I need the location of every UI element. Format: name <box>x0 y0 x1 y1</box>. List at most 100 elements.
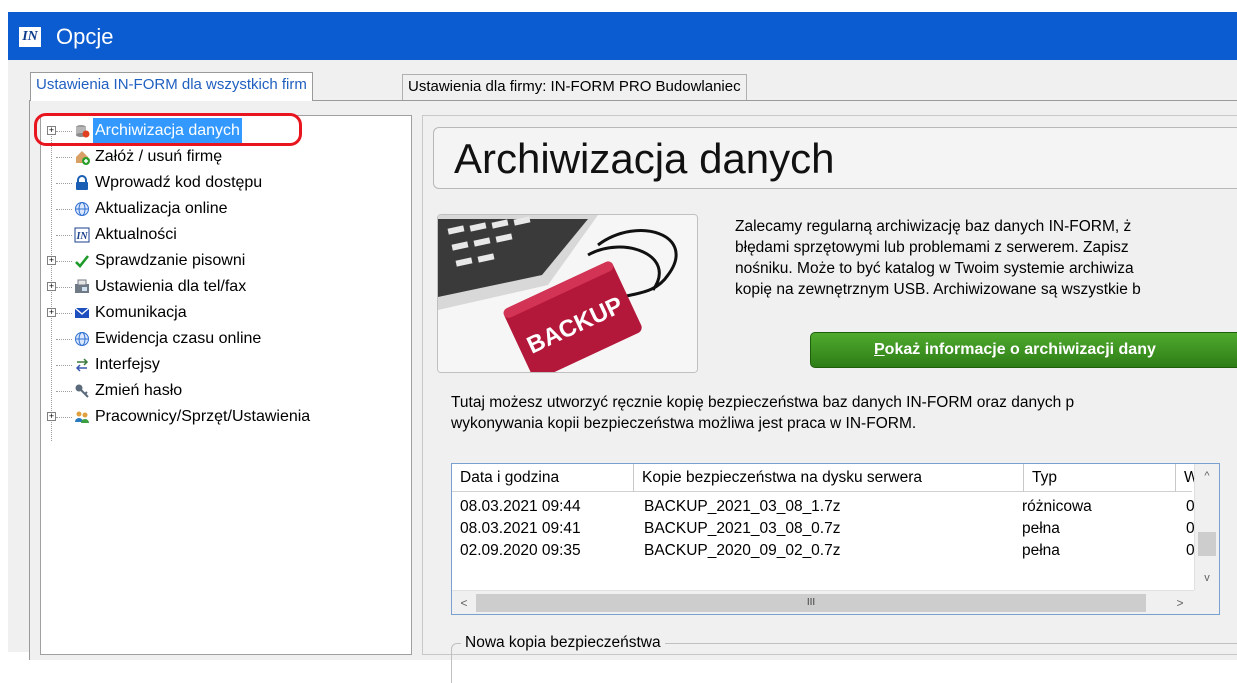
intro-line: błędami sprzętowymi lub problemami z ser… <box>735 239 1129 256</box>
tree-item-zaloz-firme[interactable]: Załóż / usuń firmę <box>41 144 401 170</box>
globe-icon <box>74 201 90 217</box>
tree-item-aktualnosci[interactable]: IN Aktualności <box>41 222 401 248</box>
add-company-icon <box>74 149 90 165</box>
table-header: Data i godzina Kopie bezpieczeństwa na d… <box>452 464 1198 492</box>
table-row[interactable]: 08.03.2021 09:41 BACKUP_2021_03_08_0.7z … <box>452 518 1195 540</box>
new-backup-group-title: Nowa kopia bezpieczeństwa <box>461 632 665 654</box>
cell-backup-file: BACKUP_2021_03_08_1.7z <box>644 498 841 515</box>
desc-line: wykonywania kopii bezpieczeństwa możliwa… <box>451 415 917 432</box>
scrollbar-corner <box>1194 590 1219 614</box>
tree-item-label: Aktualności <box>95 226 177 243</box>
tree-item-pisownia[interactable]: + Sprawdzanie pisowni <box>41 248 401 274</box>
column-header-backups[interactable]: Kopie bezpieczeństwa na dysku serwera <box>634 464 1024 492</box>
horizontal-scrollbar[interactable]: < III > <box>452 590 1195 614</box>
cell-type: różnicowa <box>1022 498 1092 515</box>
window-client: Ustawienia IN-FORM dla wszystkich firm U… <box>8 60 1237 683</box>
svg-text:IN: IN <box>75 231 88 242</box>
page-title: Archiwizacja danych <box>454 135 835 182</box>
envelope-icon <box>74 305 90 321</box>
table-row[interactable]: 02.09.2020 09:35 BACKUP_2020_09_02_0.7z … <box>452 540 1195 562</box>
intro-line: nośniku. Może to być katalog w Twoim sys… <box>735 260 1134 277</box>
tree-item-label: Pracownicy/Sprzęt/Ustawienia <box>95 408 311 425</box>
vertical-scroll-thumb[interactable] <box>1198 532 1216 556</box>
tree-item-label: Ewidencja czasu online <box>95 330 262 347</box>
tree-item-aktualizacja[interactable]: Aktualizacja online <box>41 196 401 222</box>
table-row[interactable]: 08.03.2021 09:44 BACKUP_2021_03_08_1.7z … <box>452 496 1195 518</box>
options-window: IN Opcje Ustawienia IN-FORM dla wszystki… <box>8 12 1237 683</box>
scroll-left-icon[interactable]: < <box>454 593 474 613</box>
options-tree[interactable]: + Archiwizacja danych Załóż / usuń firmę <box>40 115 412 655</box>
horizontal-scroll-thumb[interactable]: III <box>476 594 1146 612</box>
tree-connector <box>56 365 72 366</box>
tree-connector <box>56 235 72 236</box>
tree-item-label: Archiwizacja danych <box>93 118 242 144</box>
inform-app-icon: IN <box>19 27 41 47</box>
people-icon <box>74 409 90 425</box>
backup-drive-image: BACKUP <box>438 215 697 372</box>
tree-item-label: Załóż / usuń firmę <box>95 148 223 165</box>
tree-connector <box>56 287 72 288</box>
tree-item-komunikacja[interactable]: + Komunikacja <box>41 300 401 326</box>
heading-box: Archiwizacja danych <box>433 127 1237 189</box>
vertical-scrollbar[interactable]: ^ v <box>1194 464 1219 592</box>
desc-line: Tutaj możesz utworzyć ręcznie kopię bezp… <box>451 394 1075 411</box>
tree-item-label: Aktualizacja online <box>95 200 228 217</box>
content-panel: Archiwizacja danych BACKUP Zalecamy regu… <box>422 115 1237 683</box>
tree-item-label: Wprowadź kod dostępu <box>95 174 263 191</box>
tree-item-interfejsy[interactable]: Interfejsy <box>41 352 401 378</box>
button-label: okaż informacje o archiwizacji dany <box>884 341 1156 358</box>
cell-date: 08.03.2021 09:44 <box>460 498 581 515</box>
checkmark-icon <box>74 253 90 269</box>
tree-item-label: Ustawienia dla tel/fax <box>95 278 247 295</box>
scroll-down-icon[interactable]: v <box>1197 568 1217 588</box>
cell-type: pełna <box>1022 542 1060 559</box>
tree-item-kod-dostepu[interactable]: Wprowadź kod dostępu <box>41 170 401 196</box>
tree-connector <box>56 209 72 210</box>
intro-line: Zalecamy regularną archiwizację baz dany… <box>735 218 1132 235</box>
expand-icon[interactable]: + <box>47 282 56 291</box>
tree-item-pracownicy[interactable]: + Pracownicy/Sprzęt/Ustawienia <box>41 404 401 430</box>
scroll-up-icon[interactable]: ^ <box>1197 466 1217 486</box>
column-header-type[interactable]: Typ <box>1024 464 1176 492</box>
tree-connector <box>56 339 72 340</box>
expand-icon[interactable]: + <box>47 308 56 317</box>
desktop-edge <box>0 0 8 652</box>
column-header-date[interactable]: Data i godzina <box>452 464 634 492</box>
tab-company-settings[interactable]: Ustawienia dla firmy: IN-FORM PRO Budowl… <box>402 74 747 100</box>
arrows-icon <box>74 357 90 373</box>
tree-item-archiwizacja[interactable]: + Archiwizacja danych <box>41 118 401 144</box>
button-accelerator: P <box>874 341 885 358</box>
expand-icon[interactable]: + <box>47 256 56 265</box>
fax-icon <box>74 279 90 295</box>
tree-item-label: Zmień hasło <box>95 382 183 399</box>
backup-illustration: BACKUP <box>437 214 698 373</box>
backup-list-table[interactable]: Data i godzina Kopie bezpieczeństwa na d… <box>451 463 1220 615</box>
cell-backup-file: BACKUP_2021_03_08_0.7z <box>644 520 841 537</box>
expand-icon[interactable]: + <box>47 126 56 135</box>
show-backup-info-button[interactable]: Pokaż informacje o archiwizacji dany <box>810 332 1237 368</box>
inform-logo-icon: IN <box>74 227 90 243</box>
key-icon <box>74 383 90 399</box>
cell-date: 02.09.2020 09:35 <box>460 542 581 559</box>
tree-connector <box>56 417 72 418</box>
lock-icon <box>74 175 90 191</box>
tree-connector <box>56 391 72 392</box>
intro-line: kopię na zewnętrznym USB. Archiwizowane … <box>735 281 1141 298</box>
tree-item-label: Interfejsy <box>95 356 160 373</box>
tree-item-zmien-haslo[interactable]: Zmień hasło <box>41 378 401 404</box>
globe-icon <box>74 331 90 347</box>
cell-type: pełna <box>1022 520 1060 537</box>
expand-icon[interactable]: + <box>47 412 56 421</box>
tab-global-settings[interactable]: Ustawienia IN-FORM dla wszystkich firm <box>30 72 313 101</box>
tree-item-ewidencja[interactable]: Ewidencja czasu online <box>41 326 401 352</box>
cell-date: 08.03.2021 09:41 <box>460 520 581 537</box>
tree-connector <box>56 261 72 262</box>
window-title: Opcje <box>56 24 114 49</box>
scroll-right-icon[interactable]: > <box>1170 593 1190 613</box>
tree-item-label: Sprawdzanie pisowni <box>95 252 246 269</box>
intro-text: Zalecamy regularną archiwizację baz dany… <box>735 216 1237 300</box>
tree-item-tel-fax[interactable]: + Ustawienia dla tel/fax <box>41 274 401 300</box>
tree-connector <box>56 313 72 314</box>
tree-connector <box>56 183 72 184</box>
title-bar[interactable]: IN Opcje <box>8 12 1237 60</box>
